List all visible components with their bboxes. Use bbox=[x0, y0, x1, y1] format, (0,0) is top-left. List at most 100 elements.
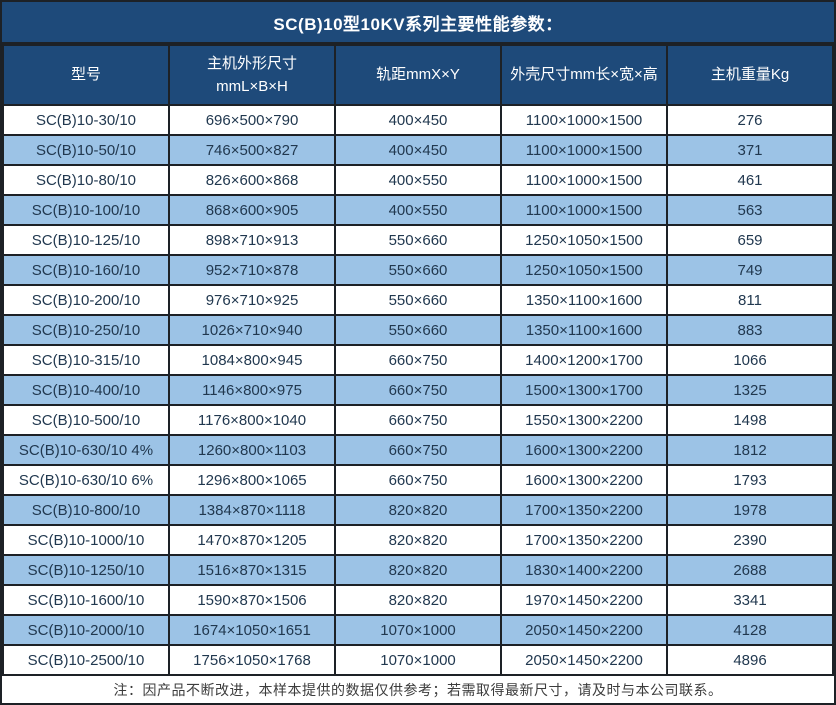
table-cell: 1830×1400×2200 bbox=[501, 555, 667, 585]
table-cell: 660×750 bbox=[335, 465, 501, 495]
table-cell: SC(B)10-500/10 bbox=[3, 405, 169, 435]
table-cell: 1700×1350×2200 bbox=[501, 495, 667, 525]
column-header-shell-size: 外壳尺寸mm长×宽×高 bbox=[501, 45, 667, 105]
table-cell: 820×820 bbox=[335, 555, 501, 585]
table-cell: 1084×800×945 bbox=[169, 345, 335, 375]
table-cell: 696×500×790 bbox=[169, 105, 335, 135]
table-cell: 811 bbox=[667, 285, 833, 315]
table-row: SC(B)10-100/10868×600×905400×5501100×100… bbox=[3, 195, 833, 225]
table-cell: 3341 bbox=[667, 585, 833, 615]
spec-sheet-page: SC(B)10型10KV系列主要性能参数： 型号 主机外形尺寸 mmL×B×H … bbox=[0, 0, 836, 705]
table-cell: 826×600×868 bbox=[169, 165, 335, 195]
table-cell: SC(B)10-200/10 bbox=[3, 285, 169, 315]
table-cell: 1590×870×1506 bbox=[169, 585, 335, 615]
column-header-track-gauge: 轨距mmX×Y bbox=[335, 45, 501, 105]
table-cell: 400×450 bbox=[335, 105, 501, 135]
table-cell: 550×660 bbox=[335, 255, 501, 285]
table-cell: 868×600×905 bbox=[169, 195, 335, 225]
table-cell: 749 bbox=[667, 255, 833, 285]
table-cell: 660×750 bbox=[335, 435, 501, 465]
table-cell: 2688 bbox=[667, 555, 833, 585]
table-cell: 1550×1300×2200 bbox=[501, 405, 667, 435]
table-cell: 1250×1050×1500 bbox=[501, 255, 667, 285]
table-cell: 1400×1200×1700 bbox=[501, 345, 667, 375]
table-cell: 1026×710×940 bbox=[169, 315, 335, 345]
footer-note: 注：因产品不断改进，本样本提供的数据仅供参考；若需取得最新尺寸，请及时与本公司联… bbox=[2, 676, 834, 703]
table-row: SC(B)10-1250/101516×870×1315820×8201830×… bbox=[3, 555, 833, 585]
table-cell: 820×820 bbox=[335, 525, 501, 555]
table-row: SC(B)10-200/10976×710×925550×6601350×110… bbox=[3, 285, 833, 315]
table-row: SC(B)10-1000/101470×870×1205820×8201700×… bbox=[3, 525, 833, 555]
table-cell: SC(B)10-125/10 bbox=[3, 225, 169, 255]
table-cell: 1793 bbox=[667, 465, 833, 495]
spec-table-body: SC(B)10-30/10696×500×790400×4501100×1000… bbox=[3, 105, 833, 675]
table-cell: 1296×800×1065 bbox=[169, 465, 335, 495]
table-cell: SC(B)10-2500/10 bbox=[3, 645, 169, 675]
table-cell: 2050×1450×2200 bbox=[501, 615, 667, 645]
table-cell: 1470×870×1205 bbox=[169, 525, 335, 555]
table-cell: 898×710×913 bbox=[169, 225, 335, 255]
table-cell: 1500×1300×1700 bbox=[501, 375, 667, 405]
table-cell: 1100×1000×1500 bbox=[501, 105, 667, 135]
table-cell: 1070×1000 bbox=[335, 615, 501, 645]
table-cell: SC(B)10-400/10 bbox=[3, 375, 169, 405]
table-cell: 1350×1100×1600 bbox=[501, 315, 667, 345]
table-cell: 1146×800×975 bbox=[169, 375, 335, 405]
table-row: SC(B)10-160/10952×710×878550×6601250×105… bbox=[3, 255, 833, 285]
table-cell: 1674×1050×1651 bbox=[169, 615, 335, 645]
table-row: SC(B)10-630/10 6%1296×800×1065660×750160… bbox=[3, 465, 833, 495]
table-cell: 400×550 bbox=[335, 195, 501, 225]
table-cell: 1700×1350×2200 bbox=[501, 525, 667, 555]
table-cell: 660×750 bbox=[335, 405, 501, 435]
table-cell: 1978 bbox=[667, 495, 833, 525]
table-cell: 883 bbox=[667, 315, 833, 345]
table-cell: 461 bbox=[667, 165, 833, 195]
table-cell: SC(B)10-2000/10 bbox=[3, 615, 169, 645]
table-cell: 1600×1300×2200 bbox=[501, 465, 667, 495]
table-row: SC(B)10-50/10746×500×827400×4501100×1000… bbox=[3, 135, 833, 165]
table-cell: 1600×1300×2200 bbox=[501, 435, 667, 465]
table-cell: SC(B)10-80/10 bbox=[3, 165, 169, 195]
table-cell: 1176×800×1040 bbox=[169, 405, 335, 435]
table-row: SC(B)10-250/101026×710×940550×6601350×11… bbox=[3, 315, 833, 345]
table-cell: 400×550 bbox=[335, 165, 501, 195]
table-cell: 659 bbox=[667, 225, 833, 255]
table-row: SC(B)10-500/101176×800×1040660×7501550×1… bbox=[3, 405, 833, 435]
column-header-model: 型号 bbox=[3, 45, 169, 105]
table-cell: 2390 bbox=[667, 525, 833, 555]
table-cell: 1498 bbox=[667, 405, 833, 435]
page-title: SC(B)10型10KV系列主要性能参数： bbox=[2, 2, 834, 44]
table-row: SC(B)10-400/101146×800×975660×7501500×13… bbox=[3, 375, 833, 405]
table-cell: 2050×1450×2200 bbox=[501, 645, 667, 675]
table-cell: SC(B)10-160/10 bbox=[3, 255, 169, 285]
table-cell: 276 bbox=[667, 105, 833, 135]
table-cell: SC(B)10-630/10 4% bbox=[3, 435, 169, 465]
table-cell: 1100×1000×1500 bbox=[501, 195, 667, 225]
table-cell: 1100×1000×1500 bbox=[501, 165, 667, 195]
table-row: SC(B)10-630/10 4%1260×800×1103660×750160… bbox=[3, 435, 833, 465]
table-cell: 1100×1000×1500 bbox=[501, 135, 667, 165]
table-row: SC(B)10-315/101084×800×945660×7501400×12… bbox=[3, 345, 833, 375]
table-cell: 1350×1100×1600 bbox=[501, 285, 667, 315]
table-cell: 820×820 bbox=[335, 585, 501, 615]
table-cell: SC(B)10-315/10 bbox=[3, 345, 169, 375]
spec-table: 型号 主机外形尺寸 mmL×B×H 轨距mmX×Y 外壳尺寸mm长×宽×高 主机… bbox=[2, 44, 834, 676]
table-cell: 1970×1450×2200 bbox=[501, 585, 667, 615]
header-row: 型号 主机外形尺寸 mmL×B×H 轨距mmX×Y 外壳尺寸mm长×宽×高 主机… bbox=[3, 45, 833, 105]
table-row: SC(B)10-800/101384×870×1118820×8201700×1… bbox=[3, 495, 833, 525]
table-cell: 1516×870×1315 bbox=[169, 555, 335, 585]
table-cell: SC(B)10-630/10 6% bbox=[3, 465, 169, 495]
table-cell: 1070×1000 bbox=[335, 645, 501, 675]
table-cell: 976×710×925 bbox=[169, 285, 335, 315]
table-cell: SC(B)10-250/10 bbox=[3, 315, 169, 345]
table-cell: SC(B)10-1000/10 bbox=[3, 525, 169, 555]
table-row: SC(B)10-1600/101590×870×1506820×8201970×… bbox=[3, 585, 833, 615]
table-cell: 371 bbox=[667, 135, 833, 165]
table-cell: 746×500×827 bbox=[169, 135, 335, 165]
table-cell: SC(B)10-1250/10 bbox=[3, 555, 169, 585]
table-cell: 4128 bbox=[667, 615, 833, 645]
spec-table-header: 型号 主机外形尺寸 mmL×B×H 轨距mmX×Y 外壳尺寸mm长×宽×高 主机… bbox=[3, 45, 833, 105]
table-row: SC(B)10-2500/101756×1050×17681070×100020… bbox=[3, 645, 833, 675]
table-row: SC(B)10-125/10898×710×913550×6601250×105… bbox=[3, 225, 833, 255]
table-cell: 820×820 bbox=[335, 495, 501, 525]
